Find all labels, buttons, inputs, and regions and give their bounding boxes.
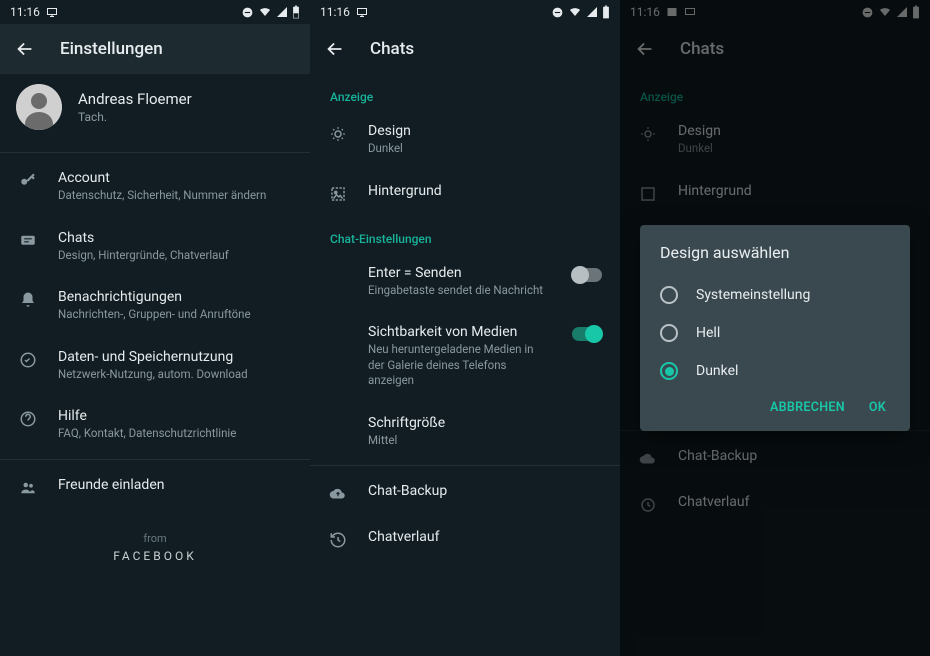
signal-icon	[586, 6, 598, 18]
status-time: 11:16	[320, 5, 350, 19]
back-icon[interactable]	[324, 38, 346, 60]
item-title: Benachrichtigungen	[58, 289, 292, 305]
theme-icon	[329, 125, 347, 143]
app-bar: Chats	[310, 24, 620, 74]
radio-option-system[interactable]: Systemeinstellung	[660, 276, 900, 314]
item-title: Hintergrund	[368, 183, 602, 199]
chats-pane: 11:16 Chats Anzeige Design Dunkel Hinter…	[310, 0, 620, 656]
wifi-icon	[568, 6, 582, 18]
settings-item-chats[interactable]: Chats Design, Hintergründe, Chatverlauf	[0, 217, 310, 277]
screenshot-icon	[356, 6, 368, 18]
app-bar: Einstellungen	[0, 24, 310, 74]
settings-item-account[interactable]: Account Datenschutz, Sicherheit, Nummer …	[0, 157, 310, 217]
radio-icon	[660, 324, 678, 342]
status-bar: 11:16	[310, 0, 620, 24]
radio-option-light[interactable]: Hell	[660, 314, 900, 352]
item-title: Hilfe	[58, 408, 292, 424]
footer-from: from	[0, 532, 310, 545]
status-time: 11:16	[10, 5, 40, 19]
settings-item-notifications[interactable]: Benachrichtigungen Nachrichten-, Gruppen…	[0, 276, 310, 336]
page-title: Einstellungen	[60, 39, 163, 59]
profile-row[interactable]: Andreas Floemer Tach.	[0, 74, 310, 148]
item-title: Enter = Senden	[368, 265, 552, 281]
dnd-icon	[551, 6, 564, 19]
dnd-icon	[241, 6, 254, 19]
bell-icon	[19, 291, 37, 309]
wallpaper-icon	[329, 185, 347, 203]
item-title: Daten- und Speichernutzung	[58, 349, 292, 365]
chats-pane-with-dialog: 11:16 Chats Anzeige Design Dunkel	[620, 0, 930, 656]
item-sub: Design, Hintergründe, Chatverlauf	[58, 248, 292, 264]
item-title: Schriftgröße	[368, 415, 602, 431]
chat-icon	[19, 232, 37, 250]
chats-item-enter-send[interactable]: Enter = Senden Eingabetaste sendet die N…	[310, 252, 620, 312]
item-sub: Neu heruntergeladene Medien in der Galer…	[368, 342, 552, 389]
chats-item-backup[interactable]: Chat-Backup	[310, 470, 620, 516]
item-title: Account	[58, 170, 292, 186]
cloud-icon	[329, 485, 347, 503]
item-title: Design	[368, 123, 602, 139]
back-icon[interactable]	[14, 38, 36, 60]
wifi-icon	[258, 6, 272, 18]
chats-item-design[interactable]: Design Dunkel	[310, 110, 620, 170]
section-chat-settings: Chat-Einstellungen	[310, 216, 620, 252]
page-title: Chats	[370, 39, 414, 59]
help-icon	[19, 410, 37, 428]
radio-option-dark[interactable]: Dunkel	[660, 352, 900, 390]
item-sub: Nachrichten-, Gruppen- und Anruftöne	[58, 307, 292, 323]
key-icon	[19, 172, 37, 190]
item-sub: Datenschutz, Sicherheit, Nummer ändern	[58, 188, 292, 204]
item-sub: Eingabetaste sendet die Nachricht	[368, 283, 552, 299]
item-title: Sichtbarkeit von Medien	[368, 324, 552, 340]
item-title: Chats	[58, 230, 292, 246]
chats-item-media-visibility[interactable]: Sichtbarkeit von Medien Neu heruntergela…	[310, 311, 620, 402]
radio-label: Dunkel	[696, 363, 738, 379]
status-bar: 11:16	[0, 0, 310, 24]
item-sub: FAQ, Kontakt, Datenschutzrichtlinie	[58, 426, 292, 442]
radio-icon	[660, 286, 678, 304]
item-sub: Dunkel	[368, 141, 602, 157]
settings-item-help[interactable]: Hilfe FAQ, Kontakt, Datenschutzrichtlini…	[0, 395, 310, 455]
battery-icon	[292, 5, 300, 19]
radio-label: Systemeinstellung	[696, 287, 810, 303]
data-icon	[19, 351, 37, 369]
ok-button[interactable]: OK	[869, 400, 886, 415]
radio-label: Hell	[696, 325, 720, 341]
radio-icon	[660, 362, 678, 380]
dialog-overlay[interactable]: Design auswählen Systemeinstellung Hell …	[620, 0, 930, 656]
design-dialog: Design auswählen Systemeinstellung Hell …	[640, 225, 910, 431]
cancel-button[interactable]: ABBRECHEN	[770, 400, 845, 415]
section-display: Anzeige	[310, 74, 620, 110]
chats-item-history[interactable]: Chatverlauf	[310, 516, 620, 562]
signal-icon	[276, 6, 288, 18]
toggle-media-visibility[interactable]	[572, 327, 602, 341]
screenshot-icon	[46, 6, 58, 18]
divider	[310, 465, 620, 466]
avatar	[16, 84, 62, 130]
footer-brand: FACEBOOK	[0, 549, 310, 563]
dialog-actions: ABBRECHEN OK	[660, 390, 900, 423]
settings-item-data[interactable]: Daten- und Speichernutzung Netzwerk-Nutz…	[0, 336, 310, 396]
dialog-title: Design auswählen	[660, 243, 900, 262]
battery-icon	[602, 5, 610, 19]
toggle-enter-send[interactable]	[572, 268, 602, 282]
settings-item-invite[interactable]: Freunde einladen	[0, 464, 310, 510]
item-sub: Netzwerk-Nutzung, autom. Download	[58, 367, 292, 383]
settings-pane: 11:16 Einstellungen Andreas Floemer Tach…	[0, 0, 310, 656]
history-icon	[329, 531, 347, 549]
chats-item-wallpaper[interactable]: Hintergrund	[310, 170, 620, 216]
item-title: Freunde einladen	[58, 477, 292, 493]
people-icon	[19, 479, 37, 497]
profile-name: Andreas Floemer	[78, 90, 192, 108]
chats-item-font-size[interactable]: Schriftgröße Mittel	[310, 402, 620, 462]
item-title: Chatverlauf	[368, 529, 602, 545]
divider	[0, 459, 310, 460]
item-sub: Mittel	[368, 433, 602, 449]
profile-status: Tach.	[78, 110, 192, 124]
item-title: Chat-Backup	[368, 483, 602, 499]
divider	[0, 152, 310, 153]
